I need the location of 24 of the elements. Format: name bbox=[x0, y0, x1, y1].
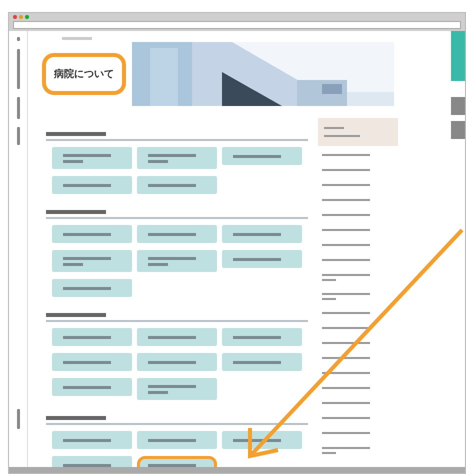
address-bar[interactable] bbox=[13, 21, 461, 29]
link-tile[interactable] bbox=[137, 147, 217, 169]
link-tile[interactable] bbox=[52, 378, 132, 396]
link-tile[interactable] bbox=[52, 353, 132, 371]
link-tile[interactable] bbox=[52, 225, 132, 243]
link-tile[interactable] bbox=[52, 328, 132, 346]
link-tile[interactable] bbox=[137, 378, 217, 400]
link-tile[interactable] bbox=[52, 250, 132, 272]
link-tile[interactable] bbox=[52, 147, 132, 169]
link-tile[interactable] bbox=[222, 328, 302, 346]
link-tile[interactable] bbox=[137, 225, 217, 243]
link-tile[interactable] bbox=[52, 431, 132, 449]
link-tile[interactable] bbox=[137, 250, 217, 272]
link-tile[interactable] bbox=[137, 353, 217, 371]
link-tile[interactable] bbox=[222, 353, 302, 371]
link-tile[interactable] bbox=[137, 328, 217, 346]
link-tile[interactable] bbox=[137, 176, 217, 194]
link-tile[interactable] bbox=[222, 147, 302, 165]
link-tile[interactable] bbox=[52, 176, 132, 194]
page-title: 病院について bbox=[42, 53, 126, 95]
link-tile[interactable] bbox=[137, 431, 217, 449]
link-tile[interactable] bbox=[222, 225, 302, 243]
link-tile[interactable] bbox=[222, 250, 302, 268]
link-tile[interactable] bbox=[52, 279, 132, 297]
